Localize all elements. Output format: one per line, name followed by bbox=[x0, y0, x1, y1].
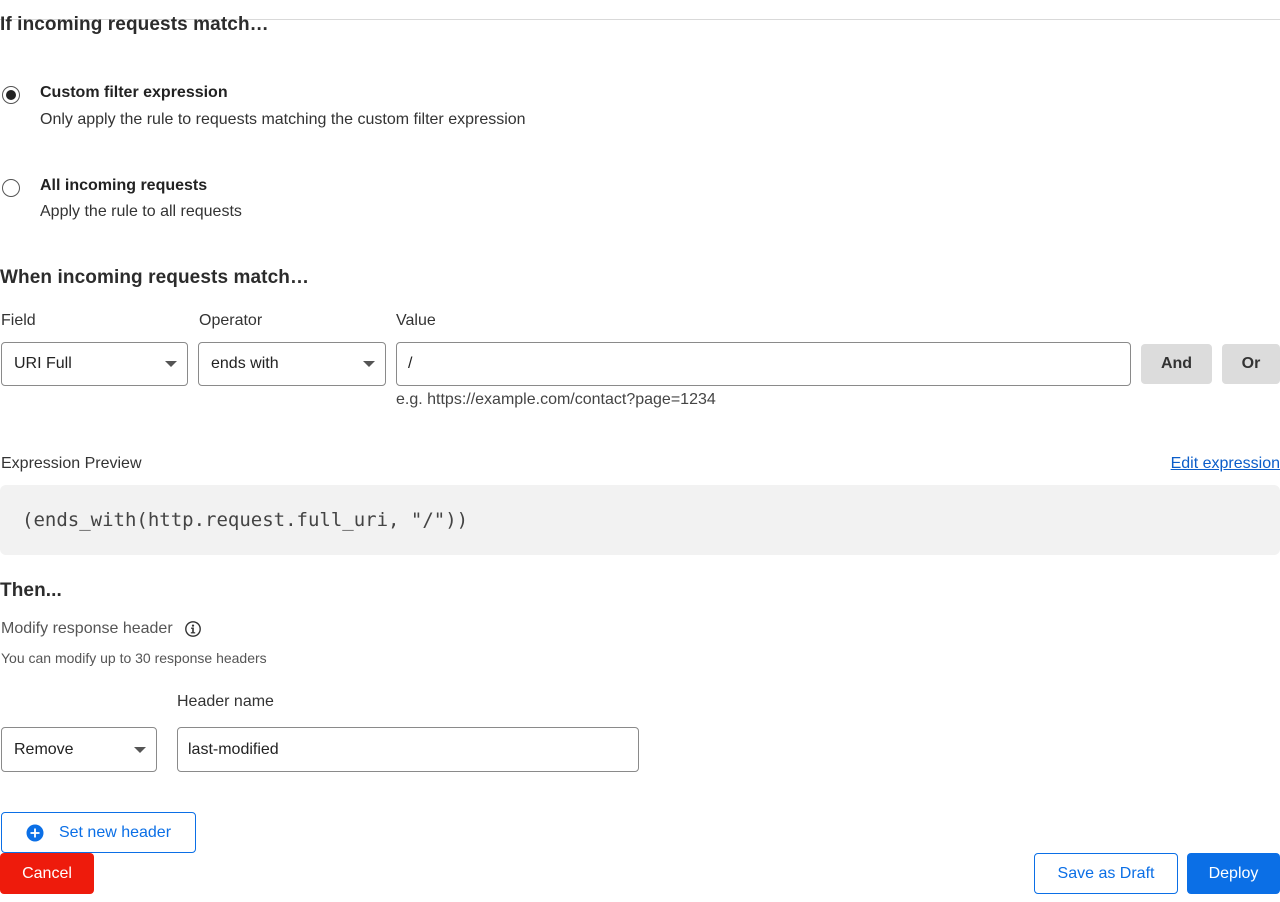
header-operation-value: Remove bbox=[14, 740, 74, 758]
set-new-header-label: Set new header bbox=[58, 823, 172, 841]
value-hint: e.g. https://example.com/contact?page=12… bbox=[396, 391, 716, 408]
cancel-button[interactable]: Cancel bbox=[0, 853, 94, 894]
header-operation-select[interactable]: Remove bbox=[1, 727, 157, 772]
option-custom-filter[interactable]: Custom filter expression Only apply the … bbox=[0, 80, 700, 135]
edit-expression-link[interactable]: Edit expression bbox=[1171, 455, 1280, 473]
save-draft-button[interactable]: Save as Draft bbox=[1034, 853, 1178, 894]
header-name-input[interactable]: last-modified bbox=[177, 727, 639, 772]
option-description: Only apply the rule to requests matching… bbox=[40, 111, 526, 128]
expression-preview-box: (ends_with(http.request.full_uri, "/")) bbox=[0, 485, 1280, 555]
radio-all-requests[interactable] bbox=[2, 179, 20, 197]
operator-label: Operator bbox=[199, 312, 263, 329]
section-title-when: When incoming requests match… bbox=[0, 267, 310, 288]
and-button[interactable]: And bbox=[1141, 344, 1212, 384]
operator-select[interactable]: ends with bbox=[198, 342, 386, 386]
field-label: Field bbox=[1, 312, 36, 329]
section-title-if: If incoming requests match… bbox=[0, 14, 269, 35]
chevron-down-icon bbox=[134, 746, 146, 753]
field-select-value: URI Full bbox=[14, 355, 72, 372]
chevron-down-icon bbox=[363, 361, 375, 367]
action-label-row: Modify response header bbox=[1, 619, 202, 639]
option-title: Custom filter expression bbox=[40, 84, 228, 101]
option-title: All incoming requests bbox=[40, 177, 208, 194]
deploy-button[interactable]: Deploy bbox=[1187, 853, 1280, 894]
option-description: Apply the rule to all requests bbox=[40, 203, 242, 220]
action-note: You can modify up to 30 response headers bbox=[1, 650, 267, 666]
header-name-label: Header name bbox=[177, 693, 274, 710]
value-input[interactable]: / bbox=[396, 342, 1131, 386]
chevron-down-icon bbox=[165, 361, 177, 367]
action-label: Modify response header bbox=[1, 620, 173, 637]
set-new-header-button[interactable]: Set new header bbox=[1, 812, 196, 853]
value-input-text: / bbox=[408, 355, 413, 372]
plus-circle-icon bbox=[26, 824, 44, 841]
or-button[interactable]: Or bbox=[1222, 344, 1280, 384]
header-name-input-text: last-modified bbox=[188, 740, 279, 758]
section-title-then: Then... bbox=[0, 580, 62, 601]
option-all-requests[interactable]: All incoming requests Apply the rule to … bbox=[0, 173, 700, 228]
field-select[interactable]: URI Full bbox=[1, 342, 188, 386]
radio-custom-filter[interactable] bbox=[2, 86, 20, 104]
info-icon[interactable] bbox=[184, 620, 202, 638]
expression-code: (ends_with(http.request.full_uri, "/")) bbox=[22, 509, 469, 531]
value-label: Value bbox=[396, 312, 436, 329]
operator-select-value: ends with bbox=[211, 355, 279, 372]
expression-preview-label: Expression Preview bbox=[1, 455, 142, 472]
